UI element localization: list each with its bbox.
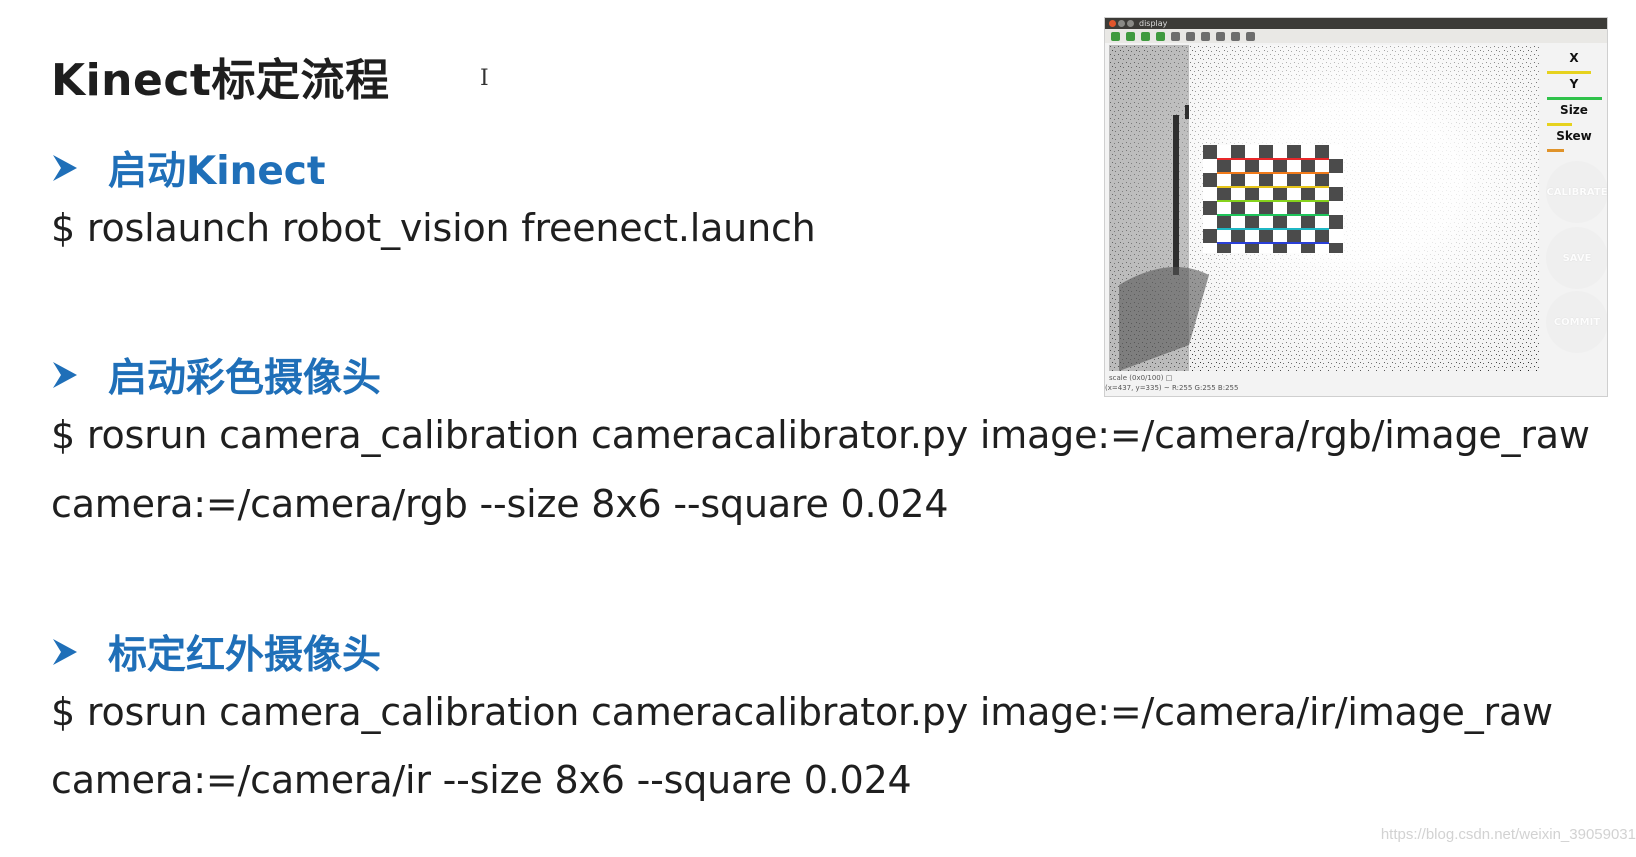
- save-image-icon: [1171, 31, 1180, 41]
- command-line: $ rosrun camera_calibration cameracalibr…: [51, 413, 1590, 457]
- calibration-window-screenshot: display X Y Size Skew CALIBRATE SAVE COM…: [1104, 17, 1608, 397]
- save-button[interactable]: SAVE: [1546, 227, 1607, 289]
- window-status-bar: scale (0x0/100) □ (x=437, y=335) ~ R:255…: [1105, 373, 1607, 395]
- slide: Kinect标定流程 I 启动Kinect $ roslaunch robot_…: [0, 0, 1636, 857]
- ir-image-checkerboard: [1109, 45, 1539, 371]
- text-cursor-icon: I: [480, 66, 489, 91]
- properties-icon: [1231, 31, 1240, 41]
- command-line: $ rosrun camera_calibration cameracalibr…: [51, 690, 1553, 734]
- metric-bar-x: [1547, 71, 1591, 74]
- up-arrow-icon: [1141, 31, 1150, 41]
- status-line-1: scale (0x0/100) □: [1109, 374, 1173, 382]
- copy-icon: [1186, 31, 1195, 41]
- section-heading-text: 标定红外摄像头: [108, 633, 382, 678]
- zoom-out-icon: [1216, 31, 1225, 41]
- section-heading-text: 启动彩色摄像头: [108, 356, 382, 401]
- window-toolbar: [1105, 29, 1607, 43]
- section-heading-text: 启动Kinect: [108, 149, 326, 194]
- back-arrow-icon: [1111, 31, 1120, 41]
- minimize-icon: [1118, 20, 1125, 27]
- bullet-arrow-icon: [53, 155, 77, 181]
- down-arrow-icon: [1156, 31, 1165, 41]
- metric-bar-skew: [1547, 149, 1564, 152]
- metric-bar-size: [1547, 123, 1572, 126]
- command-line: $ roslaunch robot_vision freenect.launch: [51, 206, 816, 250]
- command-line: camera:=/camera/ir --size 8x6 --square 0…: [51, 758, 912, 802]
- forward-arrow-icon: [1126, 31, 1135, 41]
- close-icon: [1109, 20, 1116, 27]
- section-heading-2: 启动彩色摄像头: [52, 347, 381, 403]
- metric-label-skew: Skew: [1556, 129, 1592, 143]
- window-title: display: [1139, 19, 1168, 28]
- bullet-arrow-icon: [53, 639, 77, 665]
- maximize-icon: [1127, 20, 1134, 27]
- metric-label-x: X: [1569, 51, 1579, 65]
- zoom-in-icon: [1201, 31, 1210, 41]
- slide-title: Kinect标定流程: [51, 55, 390, 106]
- commit-button[interactable]: COMMIT: [1546, 291, 1607, 353]
- section-heading-3: 标定红外摄像头: [52, 624, 381, 680]
- metric-label-size: Size: [1560, 103, 1588, 117]
- bullet-arrow-icon: [53, 362, 77, 388]
- check-icon: [1246, 31, 1255, 41]
- status-line-2: (x=437, y=335) ~ R:255 G:255 B:255: [1105, 384, 1239, 392]
- command-line: camera:=/camera/rgb --size 8x6 --square …: [51, 482, 949, 526]
- calibrate-button[interactable]: CALIBRATE: [1546, 161, 1607, 223]
- section-heading-1: 启动Kinect: [52, 140, 326, 196]
- metric-bar-y: [1547, 97, 1602, 100]
- calibration-metrics-panel: X Y Size Skew CALIBRATE SAVE COMMIT: [1543, 45, 1607, 385]
- watermark: https://blog.csdn.net/weixin_39059031: [1380, 826, 1636, 843]
- ir-camera-view: [1109, 45, 1539, 371]
- window-titlebar: display: [1105, 18, 1607, 29]
- metric-label-y: Y: [1569, 77, 1579, 91]
